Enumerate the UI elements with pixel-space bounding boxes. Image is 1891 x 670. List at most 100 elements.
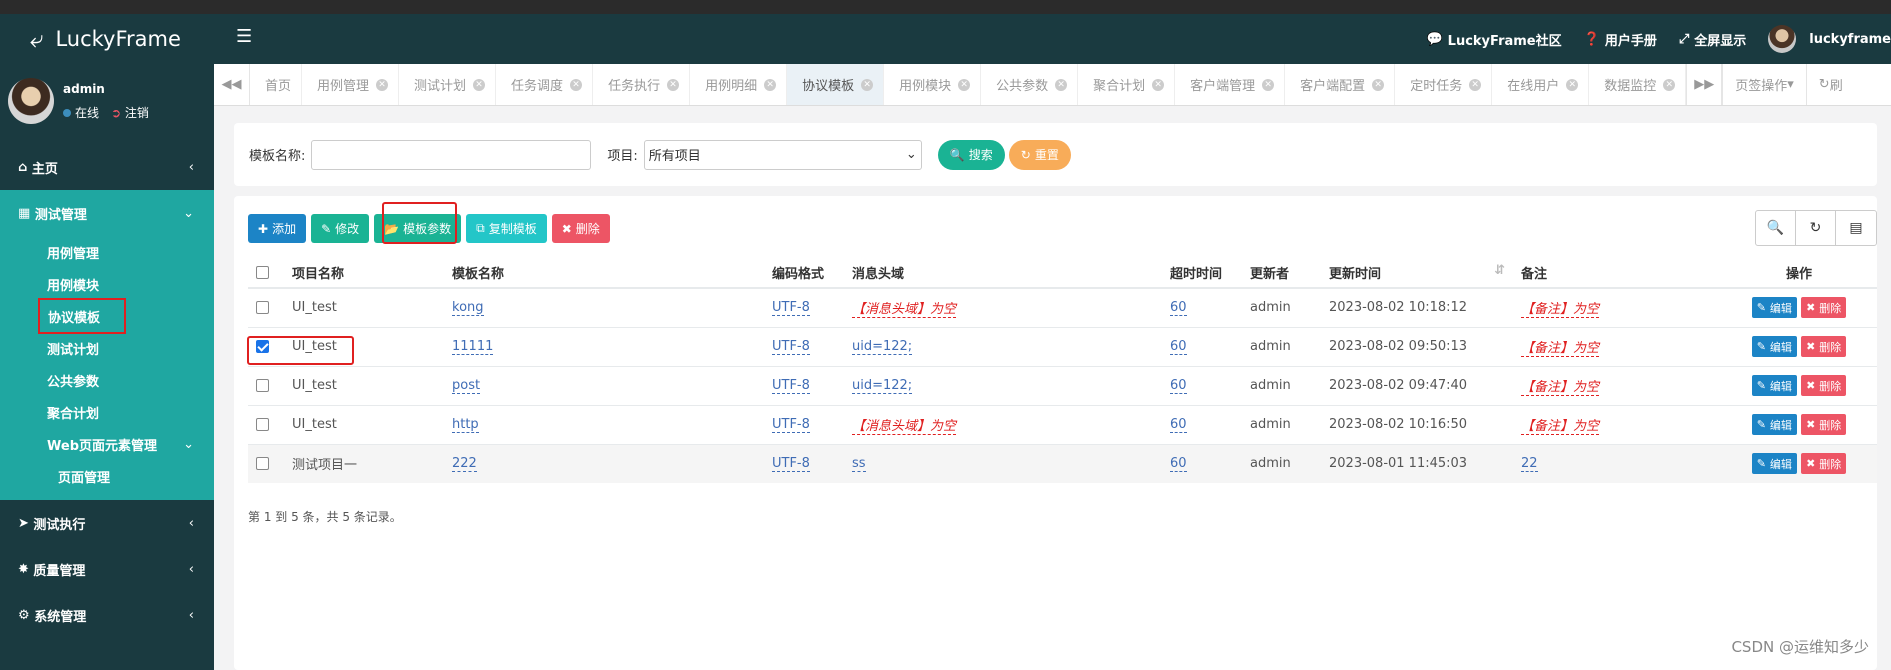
close-icon[interactable]: ✕	[861, 78, 874, 91]
row-delete-button[interactable]: ✖ 删除	[1801, 414, 1847, 435]
cell-remark[interactable]: 【备注】为空	[1521, 302, 1600, 319]
close-icon[interactable]: ✕	[764, 78, 777, 91]
sidebar-item-test-mgmt[interactable]: ▦ 测试管理 ⌄	[0, 190, 214, 236]
manual-link[interactable]: ❓ 用户手册	[1584, 30, 1657, 49]
cell-remark[interactable]: 22	[1521, 456, 1538, 473]
user-menu[interactable]: luckyframe	[1768, 25, 1891, 53]
cell-template[interactable]: 222	[452, 456, 477, 473]
tabs-scroll-right-icon[interactable]: ▶▶	[1686, 64, 1723, 105]
app-logo[interactable]: ⤶ LuckyFrame	[0, 14, 214, 64]
cell-encoding[interactable]: UTF-8	[772, 300, 810, 317]
tab-task-schedule[interactable]: 任务调度 ✕	[496, 64, 594, 105]
logout-link[interactable]: ➲ 注销	[111, 104, 149, 121]
close-icon[interactable]: ✕	[473, 78, 486, 91]
tab-public-params[interactable]: 公共参数 ✕	[981, 64, 1079, 105]
table-row[interactable]: UI_test http UTF-8 【消息头域】为空 60 admin 2023-08-0…	[248, 404, 1877, 444]
fullscreen-link[interactable]: ⤢ 全屏显示	[1679, 30, 1746, 49]
tab-case-detail[interactable]: 用例明细 ✕	[690, 64, 788, 105]
sidebar-item-protocol-template[interactable]: 协议模板	[38, 298, 126, 334]
sidebar-item-case-module[interactable]: 用例模块	[0, 268, 214, 300]
tab-refresh[interactable]: ↻ 刷	[1805, 64, 1855, 105]
cell-timeout[interactable]: 60	[1170, 378, 1187, 394]
col-timeout[interactable]: 超时时间	[1162, 258, 1242, 289]
sidebar-item-aggregate-plan[interactable]: 聚合计划	[0, 396, 214, 428]
cell-encoding[interactable]: UTF-8	[772, 339, 810, 355]
row-delete-button[interactable]: ✖ 删除	[1801, 453, 1847, 475]
row-edit-button[interactable]: ✎ 编辑	[1751, 375, 1797, 396]
delete-button[interactable]: ✖ 删除	[551, 214, 610, 243]
cell-remark[interactable]: 【备注】为空	[1521, 341, 1600, 357]
tab-ops-dropdown[interactable]: 页签操作 ▾	[1722, 64, 1806, 105]
row-delete-button[interactable]: ✖ 删除	[1801, 375, 1847, 396]
cell-header[interactable]: ss	[852, 456, 866, 473]
table-row[interactable]: UI_test post UTF-8 uid=122; 60 admin 2023-08-0…	[248, 365, 1877, 405]
reset-button[interactable]: ↻ 重置	[1008, 139, 1071, 170]
sidebar-item-public-params[interactable]: 公共参数	[0, 364, 214, 396]
row-edit-button[interactable]: ✎ 编辑	[1751, 414, 1797, 435]
search-button[interactable]: 🔍 搜索	[937, 139, 1005, 170]
col-updater[interactable]: 更新者	[1242, 258, 1321, 289]
sidebar-item-system[interactable]: ⚙ 系统管理 ‹	[0, 592, 214, 638]
tab-client-config[interactable]: 客户端配置 ✕	[1285, 64, 1396, 105]
cell-encoding[interactable]: UTF-8	[772, 378, 810, 394]
cell-timeout[interactable]: 60	[1170, 300, 1187, 317]
col-encoding[interactable]: 编码格式	[764, 258, 844, 289]
close-icon[interactable]: ✕	[667, 78, 680, 91]
row-checkbox[interactable]	[256, 418, 269, 431]
tab-case-mgmt[interactable]: 用例管理 ✕	[302, 64, 400, 105]
col-update-time[interactable]: 更新时间 ⇵	[1321, 258, 1513, 289]
cell-header[interactable]: 【消息头域】为空	[852, 302, 957, 319]
col-project[interactable]: 项目名称	[284, 258, 444, 289]
cell-encoding[interactable]: UTF-8	[772, 417, 810, 433]
tab-home[interactable]: 首页	[250, 64, 303, 105]
project-select[interactable]: 所有项目 ⌄	[643, 139, 922, 170]
columns-icon[interactable]: ▤	[1836, 211, 1876, 245]
sidebar-item-page-mgmt[interactable]: 页面管理	[0, 460, 214, 500]
row-edit-button[interactable]: ✎ 编辑	[1751, 297, 1797, 319]
cell-timeout[interactable]: 60	[1170, 339, 1187, 355]
sidebar-item-case-mgmt[interactable]: 用例管理	[0, 236, 214, 268]
cell-template[interactable]: post	[452, 378, 481, 394]
col-remark[interactable]: 备注	[1513, 258, 1721, 289]
tab-scheduled-task[interactable]: 定时任务 ✕	[1395, 64, 1493, 105]
close-icon[interactable]: ✕	[958, 78, 971, 91]
table-row[interactable]: UI_test kong UTF-8 【消息头域】为空 60 admin 2023-08-0…	[248, 287, 1877, 327]
close-icon[interactable]: ✕	[376, 78, 389, 91]
menu-toggle-icon[interactable]: ☰	[236, 26, 252, 47]
row-checkbox[interactable]	[256, 379, 269, 392]
cell-remark[interactable]: 【备注】为空	[1521, 380, 1600, 396]
community-link[interactable]: 💬 LuckyFrame社区	[1426, 30, 1561, 49]
tab-test-plan[interactable]: 测试计划 ✕	[399, 64, 497, 105]
refresh-icon[interactable]: ↻	[1796, 211, 1836, 245]
row-delete-button[interactable]: ✖ 删除	[1801, 297, 1847, 319]
sidebar-item-home[interactable]: ⌂ 主页 ‹	[0, 144, 214, 190]
col-header[interactable]: 消息头域	[844, 258, 1162, 289]
sidebar-item-test-plan[interactable]: 测试计划	[0, 332, 214, 364]
sidebar-item-test-exec[interactable]: ➤ 测试执行 ‹	[0, 500, 214, 546]
row-checkbox[interactable]	[256, 457, 269, 471]
close-icon[interactable]: ✕	[1663, 78, 1676, 91]
close-icon[interactable]: ✕	[1055, 78, 1068, 91]
cell-template[interactable]: 11111	[452, 339, 494, 355]
tab-aggregate-plan[interactable]: 聚合计划 ✕	[1078, 64, 1176, 105]
close-icon[interactable]: ✕	[1566, 78, 1579, 91]
tabs-scroll-left-icon[interactable]: ◀◀	[214, 64, 250, 105]
cell-encoding[interactable]: UTF-8	[772, 456, 810, 473]
close-icon[interactable]: ✕	[1262, 78, 1275, 91]
col-template[interactable]: 模板名称	[444, 258, 764, 289]
tab-online-users[interactable]: 在线用户 ✕	[1492, 64, 1590, 105]
cell-timeout[interactable]: 60	[1170, 456, 1187, 473]
tab-protocol-template[interactable]: 协议模板 ✕	[787, 64, 885, 105]
tab-task-exec[interactable]: 任务执行 ✕	[593, 64, 691, 105]
cell-header[interactable]: 【消息头域】为空	[852, 419, 957, 435]
template-name-input[interactable]	[311, 139, 592, 170]
row-edit-button[interactable]: ✎ 编辑	[1751, 336, 1797, 357]
search-icon[interactable]: 🔍	[1756, 211, 1796, 245]
sidebar-item-web-elements[interactable]: Web页面元素管理 ⌄	[0, 428, 214, 460]
cell-header[interactable]: uid=122;	[852, 378, 913, 394]
edit-button[interactable]: ✎ 修改	[311, 214, 370, 243]
cell-template[interactable]: http	[452, 417, 479, 433]
table-row[interactable]: 测试项目一 222 UTF-8 ss 60 admin 2023-08-01 11:45:0…	[248, 443, 1877, 483]
table-row[interactable]: UI_test 11111 UTF-8 uid=122; 60 admin 2023-08-…	[248, 326, 1877, 366]
tab-client-mgmt[interactable]: 客户端管理 ✕	[1175, 64, 1286, 105]
